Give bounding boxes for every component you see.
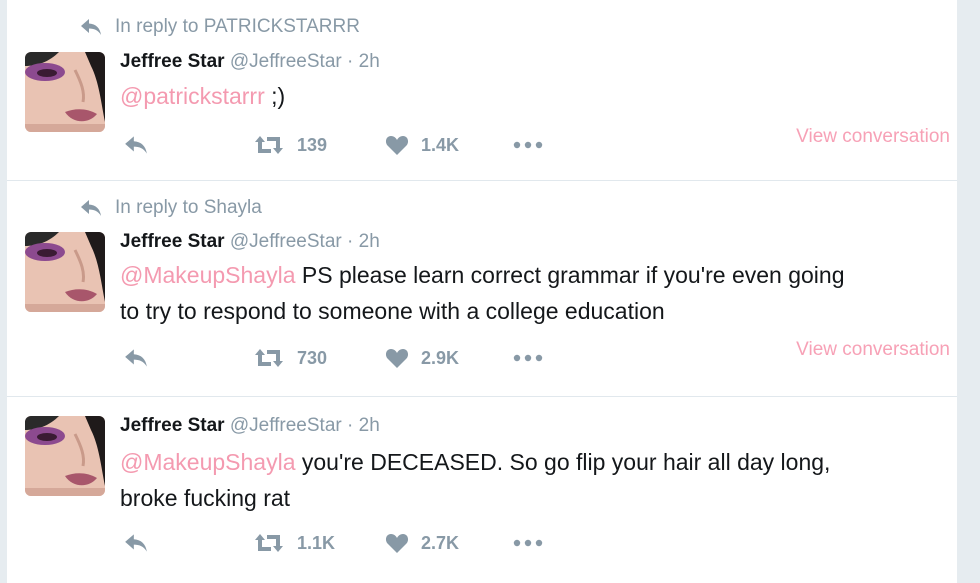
more-button[interactable] — [512, 532, 544, 554]
avatar[interactable] — [25, 52, 105, 132]
display-name[interactable]: Jeffree Star — [120, 415, 225, 436]
like-button[interactable]: 2.7K — [385, 532, 459, 554]
in-reply-arrow-icon — [81, 200, 101, 216]
more-icon — [513, 141, 543, 149]
retweet-count: 1.1K — [297, 532, 336, 553]
retweet-icon — [255, 534, 283, 552]
more-button[interactable] — [512, 347, 544, 369]
tweet[interactable]: In reply to Shayla Jeffree Star @Jeffree… — [7, 181, 957, 397]
display-name[interactable]: Jeffree Star — [120, 51, 225, 72]
timestamp[interactable]: · 2h — [347, 415, 380, 436]
in-reply-arrow-icon — [81, 19, 101, 35]
reply-icon — [125, 349, 147, 367]
tweet[interactable]: In reply to PATRICKSTARRR Jeffree Star @… — [7, 0, 957, 181]
tweet-actions: 730 2.9K View conversation — [120, 339, 950, 377]
timeline: In reply to PATRICKSTARRR Jeffree Star @… — [7, 0, 957, 583]
retweet-icon — [255, 136, 283, 154]
reply-icon — [125, 136, 147, 154]
handle[interactable]: @JeffreeStar — [230, 51, 342, 72]
like-button[interactable]: 1.4K — [385, 134, 459, 156]
mention-link[interactable]: @patrickstarrr — [120, 83, 265, 109]
more-icon — [513, 539, 543, 547]
tweet-body: you're DECEASED. So go flip your hair al… — [295, 449, 831, 475]
retweet-button[interactable]: 1.1K — [253, 532, 335, 554]
handle[interactable]: @JeffreeStar — [230, 231, 342, 252]
tweet-body: PS please learn correct grammar if you'r… — [295, 262, 845, 288]
avatar-image — [25, 52, 105, 132]
like-count: 2.9K — [421, 347, 460, 368]
avatar[interactable] — [25, 232, 105, 312]
tweet-actions: 1.1K 2.7K — [120, 532, 950, 562]
reply-button[interactable] — [123, 532, 149, 554]
timestamp[interactable]: · 2h — [347, 231, 380, 252]
tweet-header: Jeffree Star @JeffreeStar · 2h — [120, 51, 380, 73]
heart-icon — [385, 534, 409, 553]
view-conversation-link[interactable]: View conversation — [796, 339, 950, 361]
reply-button[interactable] — [123, 347, 149, 369]
more-icon — [513, 354, 543, 362]
heart-icon — [385, 136, 409, 155]
tweet-body-line2: broke fucking rat — [120, 485, 291, 511]
reply-context[interactable]: In reply to PATRICKSTARRR — [79, 16, 360, 38]
retweet-button[interactable]: 139 — [253, 134, 327, 156]
like-button[interactable]: 2.9K — [385, 347, 459, 369]
reply-context[interactable]: In reply to Shayla — [79, 197, 262, 219]
handle[interactable]: @JeffreeStar — [230, 415, 342, 436]
tweet-body-line2: to try to respond to someone with a coll… — [120, 298, 665, 324]
tweet-text: @MakeupShayla PS please learn correct gr… — [120, 257, 940, 329]
tweet-text: @patrickstarrr ;) — [120, 78, 940, 114]
retweet-icon — [255, 349, 283, 367]
timestamp[interactable]: · 2h — [347, 51, 380, 72]
reply-context-label: In reply to Shayla — [115, 197, 262, 218]
retweet-button[interactable]: 730 — [253, 347, 327, 369]
mention-link[interactable]: @MakeupShayla — [120, 262, 296, 288]
avatar-image — [25, 232, 105, 312]
tweet-header: Jeffree Star @JeffreeStar · 2h — [120, 415, 380, 437]
mention-link[interactable]: @MakeupShayla — [120, 449, 296, 475]
display-name[interactable]: Jeffree Star — [120, 231, 225, 252]
like-count: 2.7K — [421, 532, 460, 553]
tweet-header: Jeffree Star @JeffreeStar · 2h — [120, 231, 380, 253]
retweet-count: 730 — [297, 347, 328, 368]
retweet-count: 139 — [297, 134, 328, 155]
view-conversation-link[interactable]: View conversation — [796, 126, 950, 148]
avatar[interactable] — [25, 416, 105, 496]
reply-context-label: In reply to PATRICKSTARRR — [115, 16, 360, 37]
reply-icon — [125, 534, 147, 552]
reply-button[interactable] — [123, 134, 149, 156]
avatar-image — [25, 416, 105, 496]
tweet[interactable]: Jeffree Star @JeffreeStar · 2h @MakeupSh… — [7, 397, 957, 583]
tweet-actions: 139 1.4K View conversation — [120, 126, 950, 164]
like-count: 1.4K — [421, 134, 460, 155]
tweet-text: @MakeupShayla you're DECEASED. So go fli… — [120, 444, 940, 516]
heart-icon — [385, 349, 409, 368]
tweet-body: ;) — [264, 83, 286, 109]
more-button[interactable] — [512, 134, 544, 156]
